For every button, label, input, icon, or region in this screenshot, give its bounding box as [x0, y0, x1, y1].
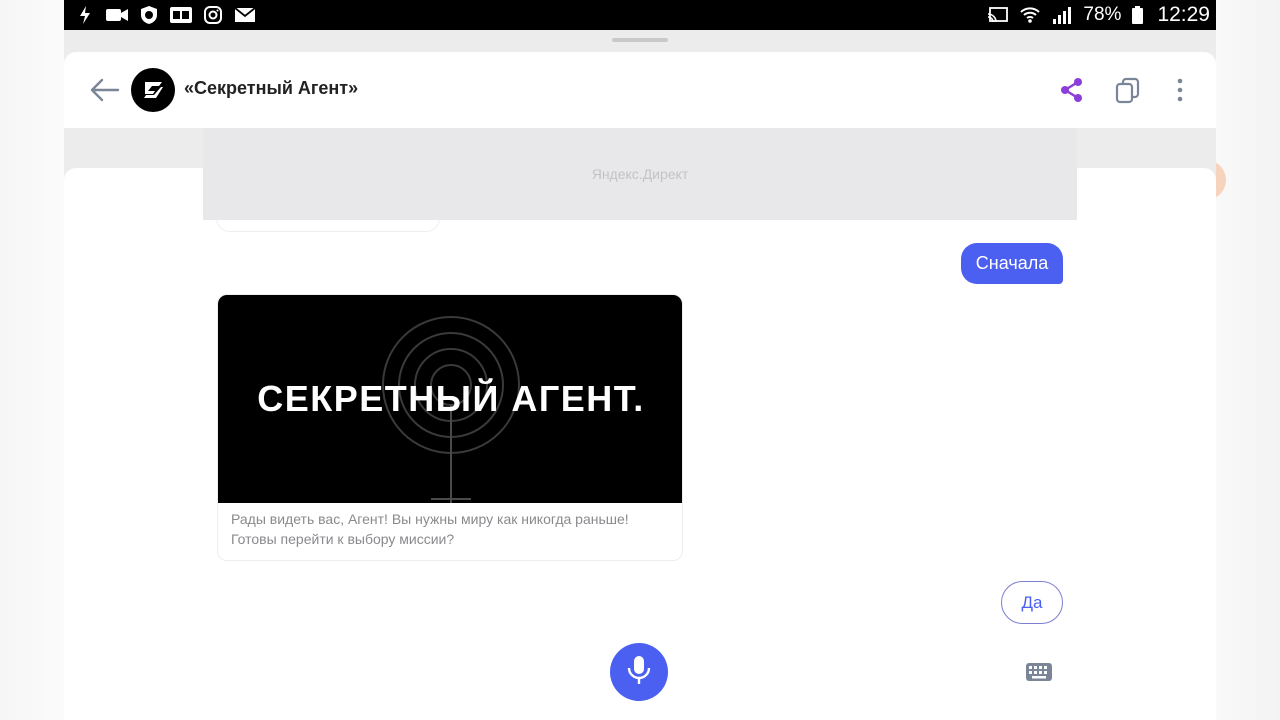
cards-icon[interactable] [1114, 76, 1142, 104]
skill-logo [131, 68, 175, 112]
instagram-icon [202, 6, 224, 24]
more-vert-icon[interactable] [1168, 76, 1192, 104]
keyboard-icon[interactable] [1026, 662, 1052, 682]
suggest-yes-button[interactable]: Да [1001, 581, 1063, 624]
mail-icon [234, 6, 256, 24]
device-screen: 78% 12:29 «Секретный Агент» Яндекс.Дирек… [64, 0, 1216, 720]
ad-block[interactable]: Яндекс.Директ [203, 128, 1077, 220]
clock: 12:29 [1157, 3, 1210, 26]
battery-icon [1131, 6, 1143, 24]
left-backdrop [0, 0, 64, 720]
radar-illustration: СЕКРЕТНЫЙ АГЕНТ. [257, 316, 644, 503]
signal-icon [1051, 6, 1073, 24]
battery-percent: 78% [1083, 4, 1122, 25]
status-bar-left [74, 6, 256, 24]
ad-label: Яндекс.Директ [591, 166, 689, 182]
card-image: СЕКРЕТНЫЙ АГЕНТ. [218, 295, 682, 503]
status-bar-right: 78% 12:29 [987, 3, 1210, 27]
back-arrow-icon[interactable] [88, 76, 122, 104]
gb-icon [170, 6, 192, 24]
user-message-bubble: Сначала [961, 243, 1063, 284]
status-bar: 78% 12:29 [64, 0, 1216, 30]
flash-icon [74, 6, 96, 24]
card-text-line-2: Готовы перейти к выбору миссии? [231, 531, 455, 547]
drag-handle[interactable] [612, 38, 668, 42]
card-text-line-1: Рады видеть вас, Агент! Вы нужны миру ка… [231, 511, 629, 527]
right-backdrop [1216, 0, 1280, 720]
share-icon[interactable] [1058, 76, 1086, 104]
card-text: Рады видеть вас, Агент! Вы нужны миру ка… [231, 509, 676, 549]
skill-response-card[interactable]: СЕКРЕТНЫЙ АГЕНТ. Рады видеть вас, Агент!… [217, 294, 683, 561]
shield-icon [138, 6, 160, 24]
microphone-button[interactable] [610, 643, 668, 701]
skill-header: «Секретный Агент» [64, 52, 1216, 128]
wifi-icon [1019, 6, 1041, 24]
card-image-title: СЕКРЕТНЫЙ АГЕНТ. [257, 377, 644, 419]
microphone-icon [626, 654, 652, 691]
video-icon [106, 6, 128, 24]
cast-icon [987, 6, 1009, 24]
skill-title: «Секретный Агент» [184, 78, 359, 98]
